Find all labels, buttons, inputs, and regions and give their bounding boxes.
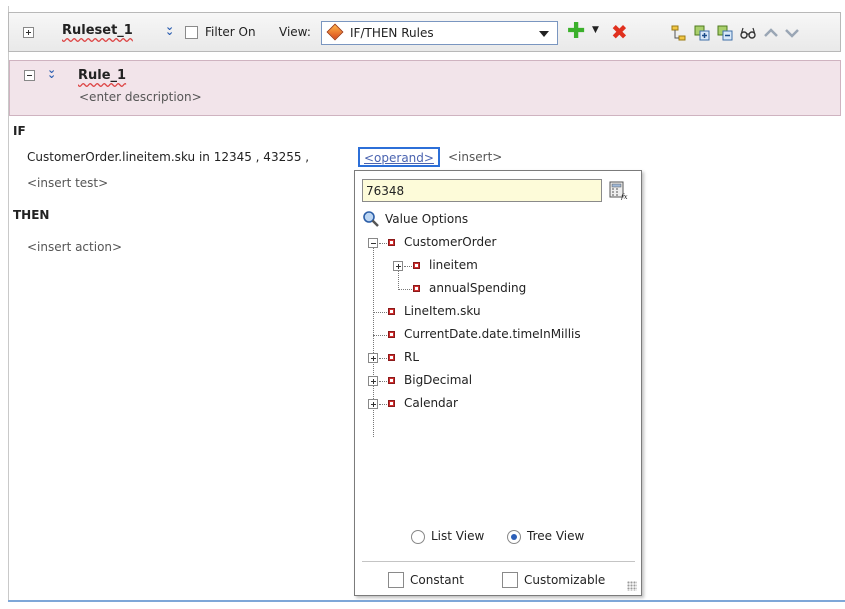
tree-connector [404,266,412,267]
tree-connector [379,358,387,359]
tree-item-lineitem-sku[interactable]: LineItem.sku [355,303,635,321]
tree-structure-icon[interactable] [671,25,687,41]
field-node-icon [413,262,420,269]
list-view-label[interactable]: List View [431,529,484,543]
rule-header: ⌄ ⌄ Rule_1 <enter description> [9,60,841,116]
ruleset-title[interactable]: Ruleset_1 [62,23,133,38]
tree-connector [373,335,387,336]
collapse-all-icon[interactable] [717,25,733,41]
resize-grip-icon[interactable] [627,581,637,591]
tree-connector [373,312,387,313]
expand-all-icon[interactable] [694,25,710,41]
value-input[interactable] [362,179,602,202]
constant-checkbox[interactable] [388,572,404,588]
insert-link[interactable]: <insert> [448,150,502,164]
add-menu-dropdown-icon[interactable]: ▼ [592,25,599,35]
view-select[interactable]: IF/THEN Rules [321,21,558,45]
insert-test-link[interactable]: <insert test> [27,176,108,190]
tree-item-label: RL [404,350,420,364]
tree-expand-icon[interactable] [368,399,378,409]
tree-item-calendar[interactable]: Calendar [355,395,635,413]
field-node-icon [388,377,395,384]
rule-options-chevron-icon[interactable]: ⌄ ⌄ [47,64,56,80]
field-node-icon [413,285,420,292]
tree-item-label: CurrentDate.date.timeInMillis [404,327,581,341]
search-icon [363,211,379,227]
tree-item-bigdecimal[interactable]: BigDecimal [355,372,635,390]
svg-text:fx: fx [620,193,628,200]
condition-text[interactable]: CustomerOrder.lineitem.sku in 12345 , 43… [27,150,309,164]
double-chevron-down-icon[interactable]: ⌄ ⌄ [165,21,174,37]
field-node-icon [388,331,395,338]
if-keyword: IF [13,124,26,138]
field-node-icon [388,400,395,407]
tree-item-label: lineitem [429,258,478,272]
tree-connector [379,243,387,244]
expression-builder-icon[interactable]: fx [608,180,628,200]
rule-title[interactable]: Rule_1 [78,68,126,83]
popup-separator [362,561,635,562]
tree-item-annualspending[interactable]: annualSpending [355,280,635,298]
tree-item-label: Calendar [404,396,458,410]
delete-rule-icon[interactable]: ✖ [611,22,628,42]
ruleset-expand-icon[interactable] [23,27,34,38]
bottom-border [8,600,845,602]
tree-item-label: BigDecimal [404,373,473,387]
value-chooser-popup: fx Value Options CustomerOrder lineitem … [354,170,642,596]
tree-view-label[interactable]: Tree View [527,529,584,543]
tree-item-customerorder[interactable]: CustomerOrder [355,234,635,252]
tree-expand-icon[interactable] [393,261,403,271]
tree-expand-icon[interactable] [368,376,378,386]
list-view-radio[interactable] [411,530,425,544]
rule-collapse-icon[interactable] [24,70,35,81]
add-rule-icon[interactable]: ✚ [567,21,585,43]
field-node-icon [388,308,395,315]
tree-connector [379,381,387,382]
rule-description[interactable]: <enter description> [79,90,202,104]
insert-action-link[interactable]: <insert action> [27,240,122,254]
tree-item-label: CustomerOrder [404,235,497,249]
move-down-icon[interactable] [784,25,800,41]
tree-connector [398,289,412,290]
value-options-label: Value Options [385,212,469,226]
tree-item-rl[interactable]: RL [355,349,635,367]
dropdown-arrow-icon [539,31,549,37]
then-keyword: THEN [13,208,50,222]
tree-item-label: annualSpending [429,281,527,295]
filter-on-checkbox[interactable] [185,26,198,39]
customizable-checkbox[interactable] [502,572,518,588]
field-node-icon [388,239,395,246]
constant-label[interactable]: Constant [410,573,464,587]
tree-collapse-icon[interactable] [368,238,378,248]
move-up-icon[interactable] [763,25,779,41]
filter-on-label[interactable]: Filter On [205,25,256,39]
tree-item-currentdate[interactable]: CurrentDate.date.timeInMillis [355,326,635,344]
ruleset-toolbar: Ruleset_1 ⌄ ⌄ Filter On View: IF/THEN Rul… [8,12,841,52]
field-node-icon [388,354,395,361]
customizable-label[interactable]: Customizable [524,573,605,587]
tree-item-lineitem[interactable]: lineitem [355,257,635,275]
tree-connector [379,404,387,405]
glasses-icon[interactable] [740,25,756,41]
operand-placeholder[interactable]: <operand> [358,147,440,167]
tree-view-radio[interactable] [507,530,521,544]
tree-item-label: LineItem.sku [404,304,481,318]
view-label: View: [279,25,311,39]
view-select-value: IF/THEN Rules [350,26,434,40]
ifthen-diamond-icon [326,23,344,41]
tree-expand-icon[interactable] [368,353,378,363]
